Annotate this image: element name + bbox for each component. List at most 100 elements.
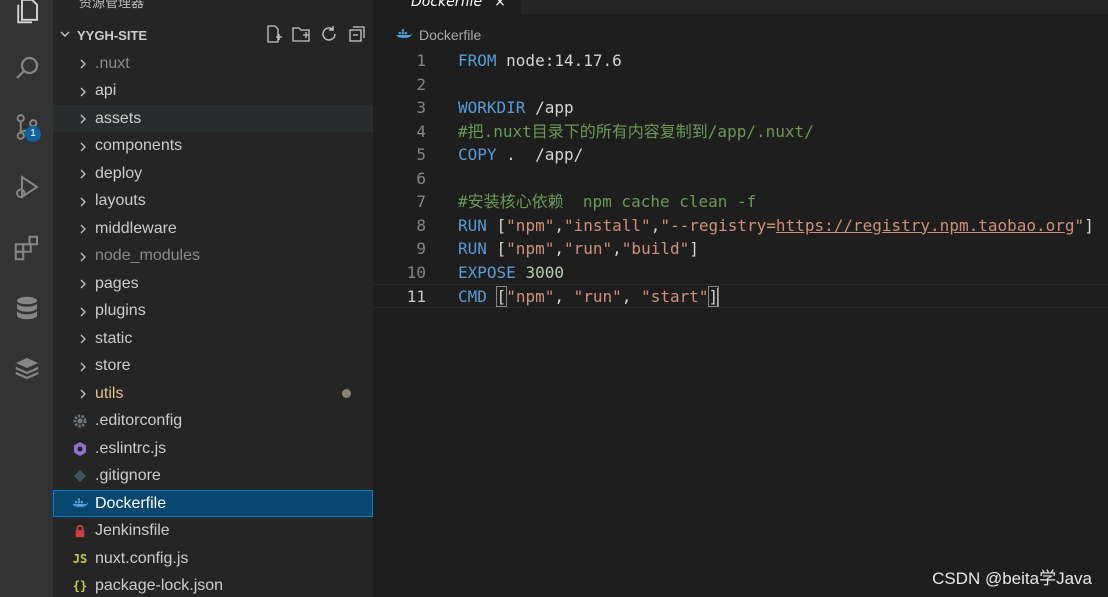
code-line[interactable]: 2 <box>373 73 1108 97</box>
collapse-all-icon[interactable] <box>347 24 367 48</box>
code-line[interactable]: 3 WORKDIR /app <box>373 96 1108 120</box>
tree-item-label: assets <box>95 109 142 127</box>
redis-icon[interactable] <box>8 349 45 386</box>
extensions-icon[interactable] <box>8 229 45 266</box>
tree-item-label: .nuxt <box>95 54 130 72</box>
line-number: 9 <box>416 239 426 258</box>
tree-item-label: middleware <box>95 219 177 237</box>
code-line[interactable]: 5 COPY . /app/ <box>373 143 1108 167</box>
tree-item-label: .eslintrc.js <box>95 439 167 457</box>
tree-item-label: plugins <box>95 302 146 319</box>
js-icon: JS <box>72 551 88 566</box>
code-text: #安装核心依赖 npm cache clean -f <box>458 190 756 214</box>
tree-folder[interactable]: pages <box>53 270 373 297</box>
code-text: RUN ["npm","run","build"] <box>458 237 699 261</box>
tree-item-label: node_modules <box>95 247 200 264</box>
line-number: 11 <box>406 287 426 306</box>
code-line[interactable]: 4 #把.nuxt目录下的所有内容复制到/app/.nuxt/ <box>373 120 1108 144</box>
workspace-folder-header[interactable]: YYGH-SITE <box>53 22 373 48</box>
tree-item-label: store <box>95 357 131 374</box>
code-token: " <box>1074 215 1085 235</box>
tree-folder[interactable]: layouts <box>53 188 373 215</box>
tree-item-label: components <box>95 137 183 154</box>
code-line[interactable]: 8 RUN ["npm","install","--registry=https:… <box>373 214 1108 238</box>
code-line[interactable]: 9 RUN ["npm","run","build"] <box>373 237 1108 261</box>
eslint-icon <box>71 440 89 458</box>
tree-file[interactable]: {} package-lock.json <box>53 573 373 597</box>
tree-folder[interactable]: store <box>53 353 373 380</box>
line-number: 5 <box>416 145 426 164</box>
git-icon <box>71 467 89 485</box>
code-token: "npm" <box>506 287 555 306</box>
code-token: . /app/ <box>496 145 584 164</box>
code-line[interactable]: 10 EXPOSE 3000 <box>373 261 1108 285</box>
jenkins-icon <box>71 522 89 540</box>
tree-item-label: Jenkinsfile <box>95 522 170 539</box>
code-token: "--registry= <box>660 215 776 235</box>
code-token: RUN <box>458 239 487 258</box>
source-control-icon[interactable]: 1 <box>8 108 45 145</box>
code-line[interactable]: 7 #安装核心依赖 npm cache clean -f <box>373 190 1108 214</box>
docker-icon <box>71 495 89 513</box>
close-icon[interactable]: × <box>494 0 506 10</box>
code-token: [ <box>486 239 507 258</box>
tree-folder[interactable]: utils <box>53 380 373 407</box>
tab-dockerfile[interactable]: Dockerfile × <box>373 0 521 14</box>
code-token: , <box>621 287 642 306</box>
tree-folder[interactable]: api <box>53 78 373 105</box>
tree-file[interactable]: .eslintrc.js <box>53 435 373 462</box>
explorer-header-actions <box>263 24 367 48</box>
search-icon[interactable] <box>8 49 45 86</box>
code-line[interactable]: 6 <box>373 167 1108 191</box>
chevron-right-icon <box>77 167 89 179</box>
tree-folder[interactable]: plugins <box>53 298 373 325</box>
code-line[interactable]: 1 FROM node:14.17.6 <box>373 49 1108 73</box>
tree-file[interactable]: Jenkinsfile <box>53 518 373 545</box>
line-number: 1 <box>416 51 426 70</box>
line-number: 4 <box>416 121 426 141</box>
breadcrumb[interactable]: Dockerfile <box>395 24 481 46</box>
tree-folder[interactable]: components <box>53 133 373 160</box>
chevron-right-icon <box>77 277 89 289</box>
tree-folder[interactable]: assets <box>53 105 373 132</box>
code-text: RUN ["npm","install","--registry=https:/… <box>458 214 1094 238</box>
chevron-right-icon <box>77 387 89 399</box>
code-text: WORKDIR /app <box>458 96 574 120</box>
json-icon: {} <box>72 579 88 593</box>
database-icon[interactable] <box>8 289 45 326</box>
code-token: #安装核心依赖 npm cache clean -f <box>458 192 757 211</box>
tree-folder[interactable]: middleware <box>53 215 373 242</box>
code-token: "run" <box>573 287 622 306</box>
tree-folder[interactable]: node_modules <box>53 243 373 270</box>
new-folder-icon[interactable] <box>291 24 311 48</box>
code-token: [ <box>486 215 507 235</box>
code-line[interactable]: 11 CMD ["npm", "run", "start"] <box>373 284 1108 308</box>
tree-folder[interactable]: .nuxt <box>53 50 373 77</box>
tree-file[interactable]: JS nuxt.config.js <box>53 545 373 572</box>
code-token: , <box>554 215 564 235</box>
line-number: 10 <box>406 262 426 282</box>
tree-file[interactable]: .gitignore <box>53 463 373 490</box>
tree-folder[interactable]: static <box>53 325 373 352</box>
tree-item-label: deploy <box>95 164 143 182</box>
code-token: /app <box>525 98 574 117</box>
code-token: "install" <box>563 215 651 235</box>
run-debug-icon[interactable] <box>8 168 45 205</box>
more-actions-button[interactable]: ··· <box>340 0 353 8</box>
refresh-icon[interactable] <box>319 24 339 48</box>
code-token: , <box>554 287 574 306</box>
explorer-icon[interactable] <box>8 0 45 29</box>
activity-bar: 1 <box>0 0 53 597</box>
new-file-icon[interactable] <box>263 24 283 48</box>
chevron-right-icon <box>77 85 89 97</box>
tree-file[interactable]: Dockerfile <box>53 490 373 517</box>
tree-file[interactable]: .editorconfig <box>53 408 373 435</box>
code-token: EXPOSE <box>458 262 516 282</box>
code-token: , <box>554 239 564 258</box>
code-token: node:14.17.6 <box>496 51 622 70</box>
code-text: EXPOSE 3000 <box>458 261 564 285</box>
tree-item-label: layouts <box>95 192 146 209</box>
tree-item-label: utils <box>95 384 124 402</box>
code-token: "build" <box>621 239 690 258</box>
tree-folder[interactable]: deploy <box>53 160 373 187</box>
